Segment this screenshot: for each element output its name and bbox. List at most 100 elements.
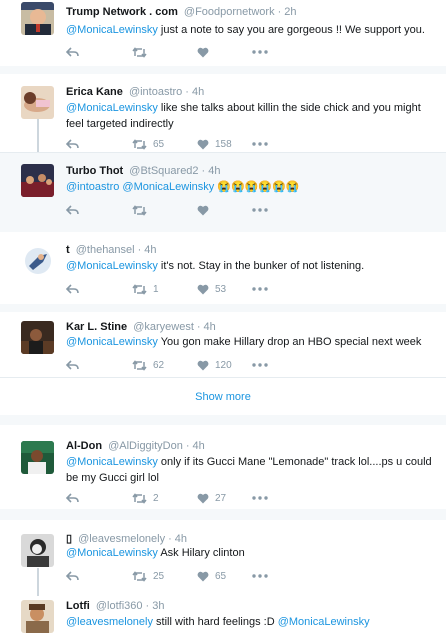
avatar[interactable] [21,164,54,197]
user-handle[interactable]: @Foodpornetwork [184,6,275,18]
timestamp[interactable]: 3h [152,600,164,612]
mention-link[interactable]: @MonicaLewinsky [278,616,370,628]
mention-link[interactable]: @MonicaLewinsky [66,24,158,36]
like-button[interactable]: 53 [197,282,226,296]
tweet-actions: 65 158 [66,137,326,151]
retweet-count: 65 [153,138,165,150]
tweet-card[interactable]: ▯ @leavesmelonely · 4h @MonicaLewinsky Ask… [0,520,446,594]
user-handle[interactable]: @karyewest [133,321,194,333]
display-name[interactable]: Lotfi [66,600,90,612]
reply-icon [66,283,79,294]
tweet-card[interactable]: Turbo Thot @BtSquared2 · 4h @intoastro @Mo… [0,152,446,225]
retweet-button[interactable]: 65 [132,137,164,151]
display-name[interactable]: Turbo Thot [66,165,123,177]
avatar[interactable] [21,2,54,35]
like-button[interactable]: 120 [197,358,232,372]
mention-link[interactable]: @MonicaLewinsky [66,547,158,559]
reply-button[interactable] [66,137,79,151]
tweet-card[interactable]: Kar L. Stine @karyewest · 4h @MonicaLewins… [0,312,446,377]
more-button[interactable] [252,203,268,217]
reply-button[interactable] [66,203,79,217]
mention-link[interactable]: @MonicaLewinsky [66,102,158,114]
avatar[interactable] [21,321,54,354]
reply-button[interactable] [66,569,79,583]
display-name[interactable]: ▯ [66,533,72,545]
like-button[interactable]: 27 [197,491,226,505]
tweet-card[interactable]: Erica Kane @intoastro · 4h @MonicaLewinsky… [0,74,446,152]
tweet-card[interactable]: t @thehansel · 4h @MonicaLewinsky it's not… [0,232,446,304]
avatar[interactable] [21,600,54,633]
retweet-count: 25 [153,570,165,582]
reply-icon [66,204,79,215]
tweet-card[interactable]: Trump Network . com @Foodpornetwork · 2h @… [0,0,446,66]
like-count: 27 [215,492,227,504]
like-button[interactable]: 158 [197,137,232,151]
mention-link[interactable]: @MonicaLewinsky [66,336,158,348]
mention-link[interactable]: @MonicaLewinsky [66,260,158,272]
heart-icon [197,47,209,57]
reply-icon [66,570,79,581]
like-button[interactable] [197,45,209,59]
tweet-actions: 62 120 [66,358,326,372]
user-handle[interactable]: @lotfi360 [96,600,143,612]
heart-icon [197,571,209,581]
user-handle[interactable]: @leavesmelonely [78,533,165,545]
like-count: 65 [215,570,227,582]
retweet-button[interactable]: 1 [132,282,159,296]
user-handle[interactable]: @intoastro [129,86,182,98]
retweet-icon [132,359,147,371]
reply-button[interactable] [66,491,79,505]
user-handle[interactable]: @AlDiggityDon [108,440,183,452]
timestamp[interactable]: 4h [192,86,204,98]
retweet-button[interactable] [132,203,147,217]
mention-link[interactable]: @leavesmelonely [66,616,153,628]
separator-dot: · [277,6,282,18]
display-name[interactable]: Al-Don [66,440,102,452]
more-button[interactable] [252,137,268,151]
retweet-button[interactable]: 2 [132,491,159,505]
tweet-card[interactable]: Lotfi @lotfi360 · 3h @leavesmelonely still… [0,594,446,640]
timestamp[interactable]: 4h [175,533,187,545]
heart-icon [197,284,209,294]
timestamp[interactable]: 4h [204,321,216,333]
retweet-count: 1 [153,283,159,295]
timestamp[interactable]: 4h [193,440,205,452]
reply-icon [66,359,79,370]
reply-button[interactable] [66,45,79,59]
display-name[interactable]: Erica Kane [66,86,123,98]
tweet-actions: 2 27 [66,491,326,505]
user-handle[interactable]: @BtSquared2 [129,165,198,177]
more-icon [252,142,268,146]
tweet-actions: 25 65 [66,569,326,583]
retweet-button[interactable]: 62 [132,358,164,372]
avatar[interactable] [21,86,54,119]
avatar[interactable] [21,534,54,567]
like-button[interactable] [197,203,209,217]
more-button[interactable] [252,45,268,59]
conversation-thread: Erica Kane @intoastro · 4h @MonicaLewinsky… [0,74,446,225]
more-button[interactable] [252,491,268,505]
timestamp[interactable]: 4h [144,244,156,256]
avatar[interactable] [21,244,54,277]
show-more-link[interactable]: Show more [0,378,446,416]
mention-link[interactable]: @MonicaLewinsky [66,456,158,468]
reply-button[interactable] [66,358,79,372]
retweet-button[interactable] [132,45,147,59]
tweet-card[interactable]: Al-Don @AlDiggityDon · 4h @MonicaLewinsky … [0,425,446,509]
separator-dot: · [137,244,142,256]
user-handle[interactable]: @thehansel [76,244,135,256]
display-name[interactable]: t [66,244,70,256]
more-button[interactable] [252,358,268,372]
more-button[interactable] [252,282,268,296]
timestamp[interactable]: 2h [284,6,296,18]
like-button[interactable]: 65 [197,569,226,583]
avatar[interactable] [21,441,54,474]
retweet-button[interactable]: 25 [132,569,164,583]
more-button[interactable] [252,569,268,583]
reply-button[interactable] [66,282,79,296]
display-name[interactable]: Kar L. Stine [66,321,127,333]
mention-link[interactable]: @intoastro @MonicaLewinsky [66,181,214,193]
timestamp[interactable]: 4h [208,165,220,177]
tweet-text: @MonicaLewinsky You gon make Hillary dro… [66,336,422,348]
display-name[interactable]: Trump Network . com [66,6,178,18]
